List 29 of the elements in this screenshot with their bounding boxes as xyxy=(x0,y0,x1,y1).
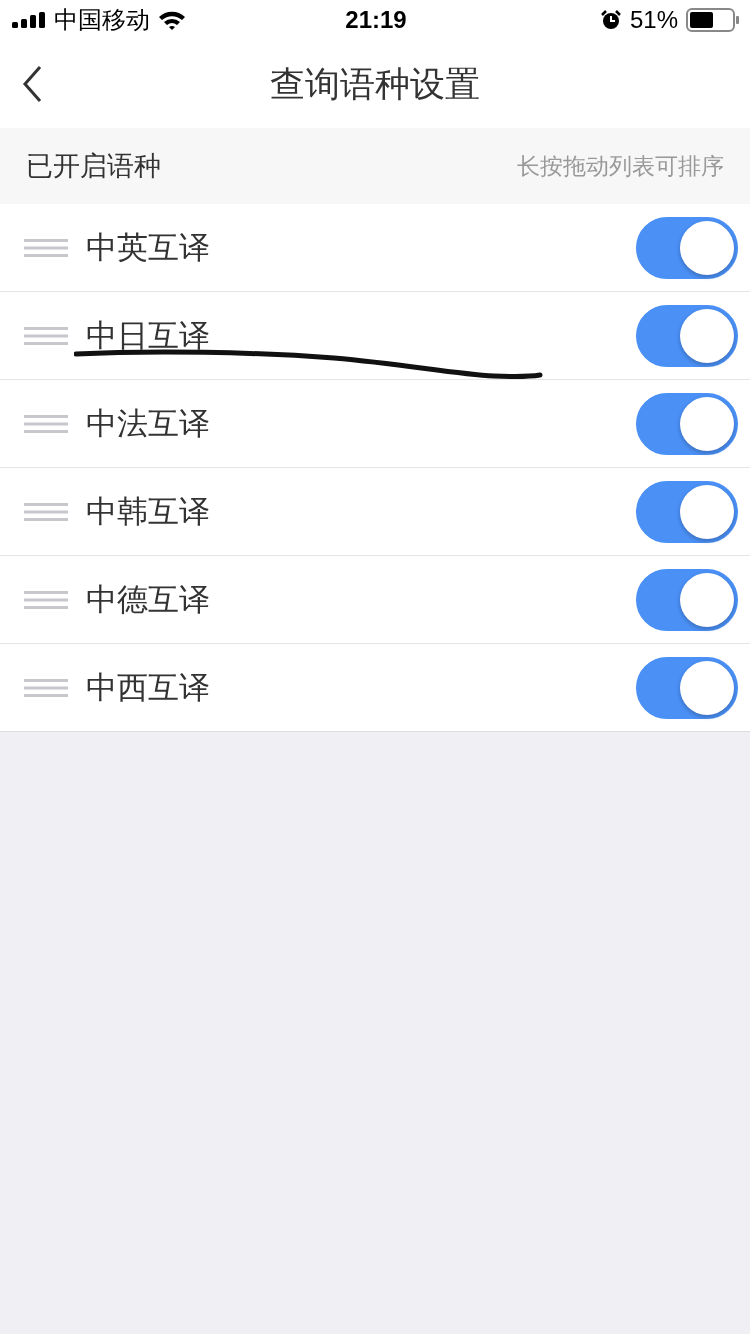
status-time: 21:19 xyxy=(345,6,407,34)
alarm-clock-icon xyxy=(599,9,622,31)
back-button[interactable] xyxy=(22,65,42,103)
drag-handle-icon[interactable] xyxy=(24,589,68,610)
language-row[interactable]: 中韩互译 xyxy=(0,468,750,556)
sort-hint: 长按拖动列表可排序 xyxy=(517,151,724,181)
language-label: 中韩互译 xyxy=(86,491,211,531)
page-title: 查询语种设置 xyxy=(270,62,480,106)
language-label: 中西互译 xyxy=(86,667,211,707)
wifi-icon xyxy=(158,10,186,30)
drag-handle-icon[interactable] xyxy=(24,237,68,258)
language-label: 中日互译 xyxy=(86,315,211,355)
language-label: 中法互译 xyxy=(86,403,211,443)
language-label: 中英互译 xyxy=(86,227,211,267)
language-row[interactable]: 中日互译 xyxy=(0,292,750,380)
signal-icon xyxy=(12,12,46,28)
carrier-name: 中国移动 xyxy=(54,5,150,36)
drag-handle-icon[interactable] xyxy=(24,501,68,522)
drag-handle-icon[interactable] xyxy=(24,413,68,434)
drag-handle-icon[interactable] xyxy=(24,325,68,346)
battery-percent: 51% xyxy=(629,6,678,34)
battery-icon xyxy=(686,8,740,32)
language-row[interactable]: 中英互译 xyxy=(0,204,750,292)
section-title: 已开启语种 xyxy=(26,149,161,183)
language-row[interactable]: 中西互译 xyxy=(0,644,750,731)
language-row[interactable]: 中德互译 xyxy=(0,556,750,644)
drag-handle-icon[interactable] xyxy=(24,677,68,698)
language-row[interactable]: 中法互译 xyxy=(0,380,750,468)
language-label: 中德互译 xyxy=(86,579,211,619)
